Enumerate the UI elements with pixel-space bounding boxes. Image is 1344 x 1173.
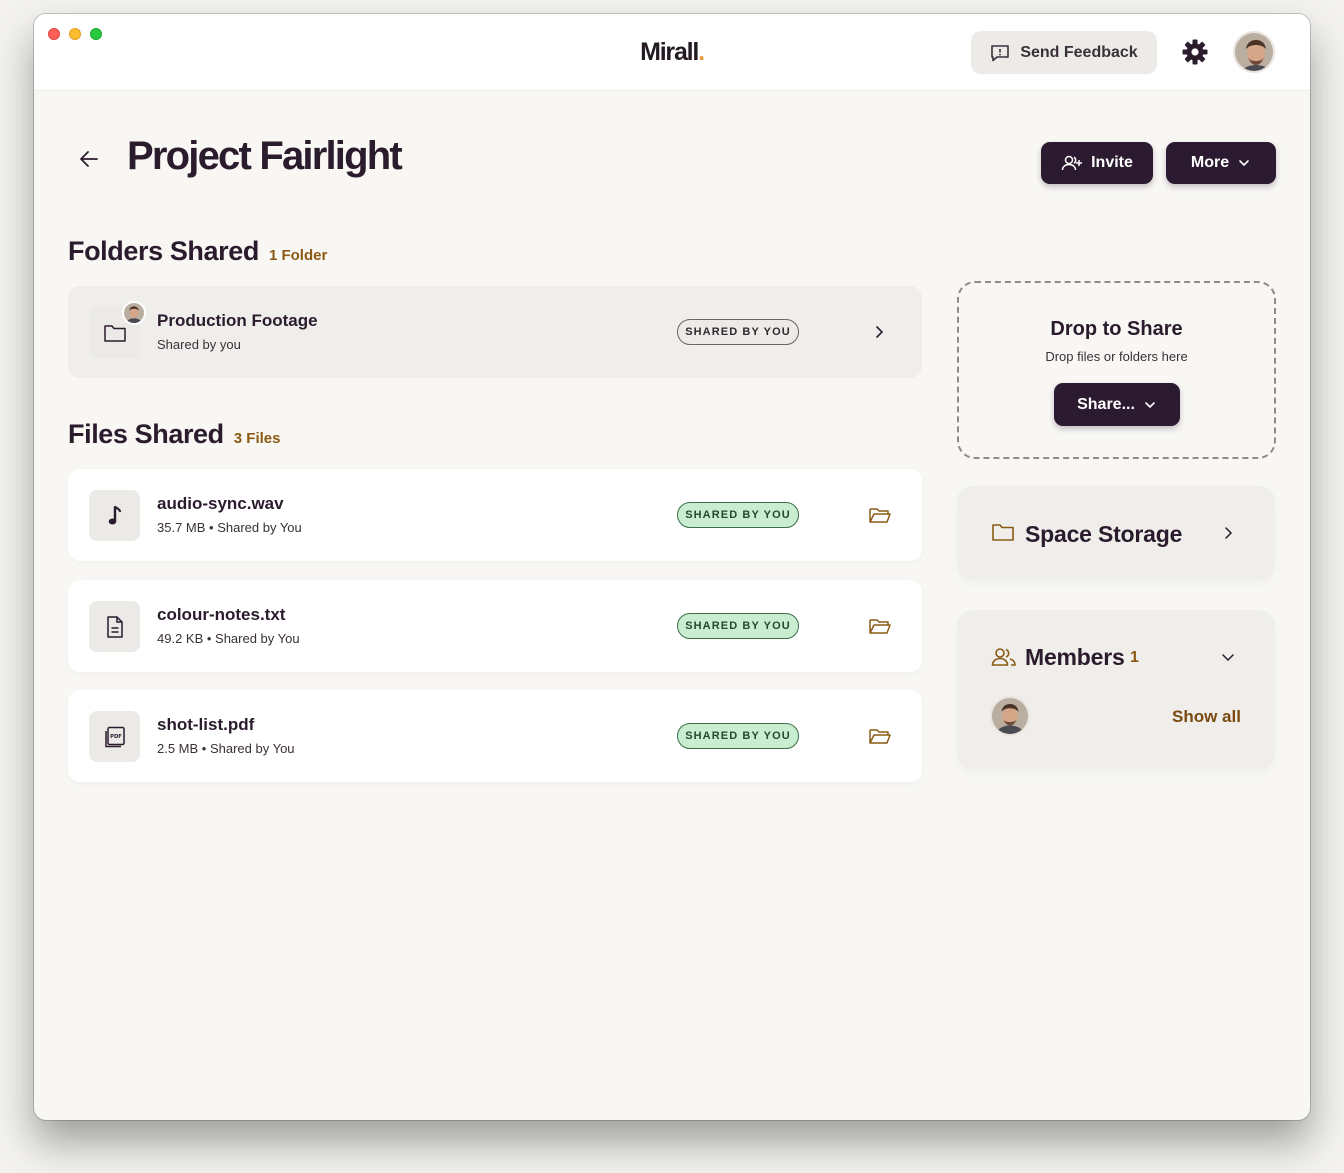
drop-subtitle: Drop files or folders here <box>1045 349 1188 364</box>
invite-button[interactable]: Invite <box>1041 142 1153 184</box>
feedback-icon <box>991 44 1010 61</box>
share-label: Share... <box>1077 395 1135 413</box>
open-folder-icon[interactable] <box>867 724 893 748</box>
more-label: More <box>1190 154 1230 171</box>
back-arrow-icon[interactable] <box>78 148 100 170</box>
folders-section-title: Folders Shared 1 Folder <box>68 236 327 267</box>
file-meta: 49.2 KB • Shared by You <box>157 631 300 646</box>
members-count: 1 <box>1130 649 1139 666</box>
members-card: Members 1 Show all <box>957 610 1275 770</box>
invite-label: Invite <box>1091 154 1133 171</box>
file-name: shot-list.pdf <box>157 715 255 734</box>
titlebar: Mirall. Send Feedback <box>34 14 1310 91</box>
drop-zone[interactable]: Drop to Share Drop files or folders here… <box>957 281 1276 459</box>
chevron-right-icon[interactable] <box>1219 524 1237 542</box>
chevron-down-icon[interactable] <box>1219 648 1237 666</box>
file-row[interactable]: PDF shot-list.pdf 2.5 MB • Shared by You… <box>68 690 922 782</box>
logo-text: Mirall <box>640 38 699 66</box>
folder-row[interactable]: Production Footage Shared by you SHARED … <box>68 286 922 378</box>
more-button[interactable]: More <box>1166 142 1276 184</box>
shared-badge: SHARED BY YOU <box>677 723 799 749</box>
chevron-down-icon <box>1239 160 1249 167</box>
file-meta: 2.5 MB • Shared by You <box>157 741 295 756</box>
file-name: colour-notes.txt <box>157 605 286 624</box>
shared-badge: SHARED BY YOU <box>677 319 799 345</box>
show-all-link[interactable]: Show all <box>1172 707 1241 727</box>
user-avatar[interactable] <box>1233 31 1275 73</box>
logo-dot: . <box>698 38 705 66</box>
chevron-down-icon <box>1145 401 1155 408</box>
members-title: Members <box>1025 644 1125 670</box>
owner-avatar <box>122 301 146 325</box>
folders-count: 1 Folder <box>268 247 328 264</box>
share-button[interactable]: Share... <box>1054 383 1180 426</box>
add-user-icon <box>1061 155 1083 171</box>
avatar-image <box>1235 33 1273 71</box>
folders-title-text: Folders Shared <box>68 236 259 266</box>
file-name: audio-sync.wav <box>157 494 284 513</box>
files-count: 3 Files <box>233 430 281 447</box>
folder-meta: Shared by you <box>157 337 241 352</box>
drop-title: Drop to Share <box>1050 318 1183 340</box>
folder-icon <box>992 524 1014 541</box>
files-section-title: Files Shared 3 Files <box>68 419 280 450</box>
member-avatar[interactable] <box>990 696 1030 736</box>
chevron-right-icon[interactable] <box>867 320 893 344</box>
files-title-text: Files Shared <box>68 419 224 449</box>
text-file-icon <box>89 601 140 652</box>
shared-badge: SHARED BY YOU <box>677 613 799 639</box>
file-meta: 35.7 MB • Shared by You <box>157 520 302 535</box>
gear-icon[interactable] <box>1181 38 1209 66</box>
page-title: Project Fairlight <box>127 134 403 178</box>
users-icon <box>991 648 1016 666</box>
open-folder-icon[interactable] <box>867 614 893 638</box>
open-folder-icon[interactable] <box>867 503 893 527</box>
pdf-file-icon: PDF <box>89 711 140 762</box>
send-feedback-button[interactable]: Send Feedback <box>971 31 1157 74</box>
space-storage-title: Space Storage <box>1025 521 1183 547</box>
file-row[interactable]: audio-sync.wav 35.7 MB • Shared by You S… <box>68 469 922 561</box>
svg-text:PDF: PDF <box>110 734 122 740</box>
app-window: Mirall. Send Feedback Project Fairlight … <box>34 14 1310 1120</box>
file-row[interactable]: colour-notes.txt 49.2 KB • Shared by You… <box>68 580 922 672</box>
space-storage-card[interactable]: Space Storage <box>957 486 1275 580</box>
music-note-icon <box>89 490 140 541</box>
shared-badge: SHARED BY YOU <box>677 502 799 528</box>
folder-name: Production Footage <box>157 311 318 330</box>
send-feedback-label: Send Feedback <box>1020 43 1138 61</box>
